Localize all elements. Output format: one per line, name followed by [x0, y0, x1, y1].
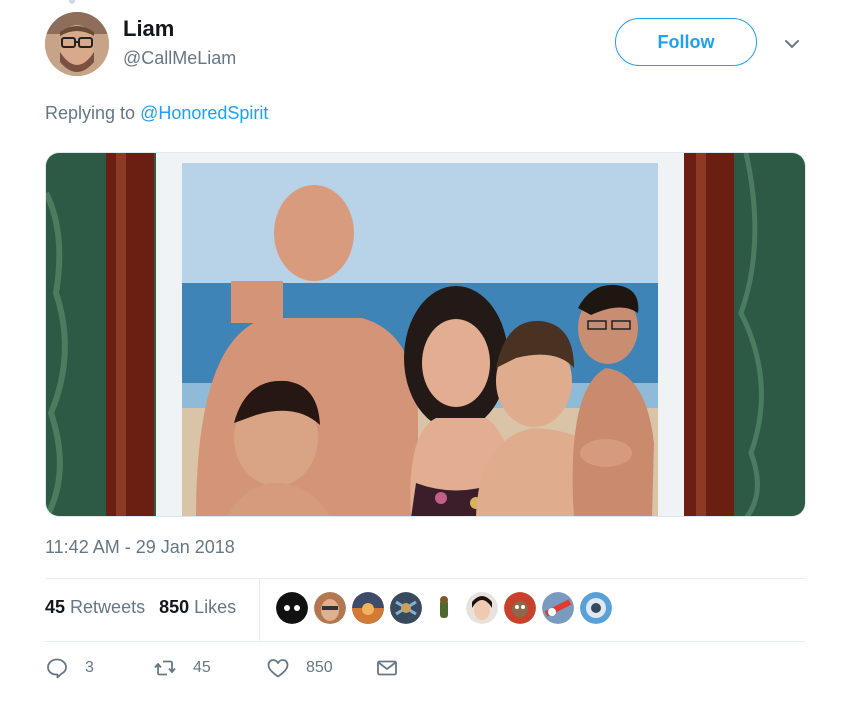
liker-avatar[interactable] [390, 592, 422, 624]
avatar[interactable] [45, 12, 109, 76]
liker-avatars [276, 592, 612, 624]
action-bar: 3 45 850 [45, 656, 399, 680]
direct-message-action[interactable] [375, 656, 399, 680]
like-count: 850 [306, 659, 333, 676]
reply-action[interactable]: 3 [45, 656, 153, 680]
display-name[interactable]: Liam [123, 16, 174, 42]
liker-avatar[interactable] [504, 592, 536, 624]
heart-icon [267, 659, 289, 678]
chevron-down-icon[interactable] [782, 34, 802, 54]
divider-top [45, 578, 805, 579]
user-handle[interactable]: @CallMeLiam [123, 48, 236, 69]
tweet-photo[interactable] [45, 152, 806, 517]
retweets-label: Retweets [70, 597, 146, 617]
divider-bottom [45, 641, 805, 642]
engagement-stats: 45 Retweets 850 Likes [45, 597, 236, 618]
envelope-icon [377, 660, 397, 676]
liker-avatar[interactable] [276, 592, 308, 624]
retweets-stat[interactable]: 45 Retweets [45, 597, 145, 618]
decorative-dot [69, 0, 75, 4]
reply-context: Replying to @HonoredSpirit [45, 103, 268, 124]
follow-button[interactable]: Follow [615, 18, 757, 66]
liker-avatar[interactable] [466, 592, 498, 624]
retweet-icon [154, 660, 176, 676]
liker-avatar[interactable] [580, 592, 612, 624]
likes-count: 850 [159, 597, 190, 617]
tweet-timestamp[interactable]: 11:42 AM - 29 Jan 2018 [45, 537, 235, 558]
likes-label: Likes [194, 597, 237, 617]
liker-avatar[interactable] [352, 592, 384, 624]
like-action[interactable]: 850 [266, 656, 375, 680]
reply-count: 3 [85, 659, 94, 676]
liker-avatar[interactable] [542, 592, 574, 624]
avatar-image [45, 12, 109, 76]
retweets-count: 45 [45, 597, 66, 617]
stats-separator [259, 578, 260, 641]
retweet-action[interactable]: 45 [153, 656, 266, 680]
reply-bubble-icon [47, 658, 67, 679]
likes-stat[interactable]: 850 Likes [159, 597, 236, 618]
reply-prefix: Replying to [45, 103, 136, 123]
reply-mention-link[interactable]: @HonoredSpirit [140, 103, 268, 123]
retweet-count: 45 [193, 659, 211, 676]
photo-image [46, 153, 805, 516]
liker-avatar[interactable] [314, 592, 346, 624]
liker-avatar[interactable] [428, 592, 460, 624]
